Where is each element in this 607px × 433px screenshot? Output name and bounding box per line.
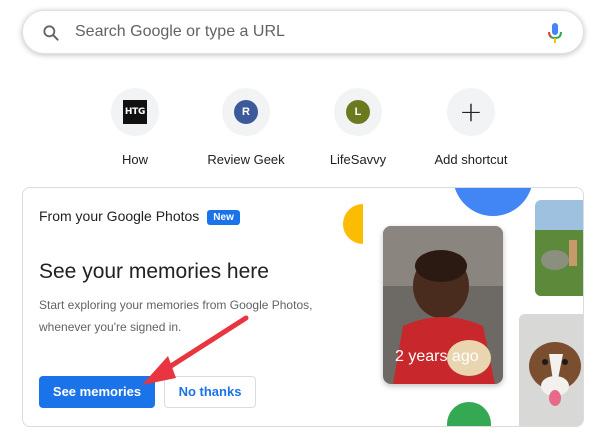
annotation-arrow — [142, 315, 249, 385]
